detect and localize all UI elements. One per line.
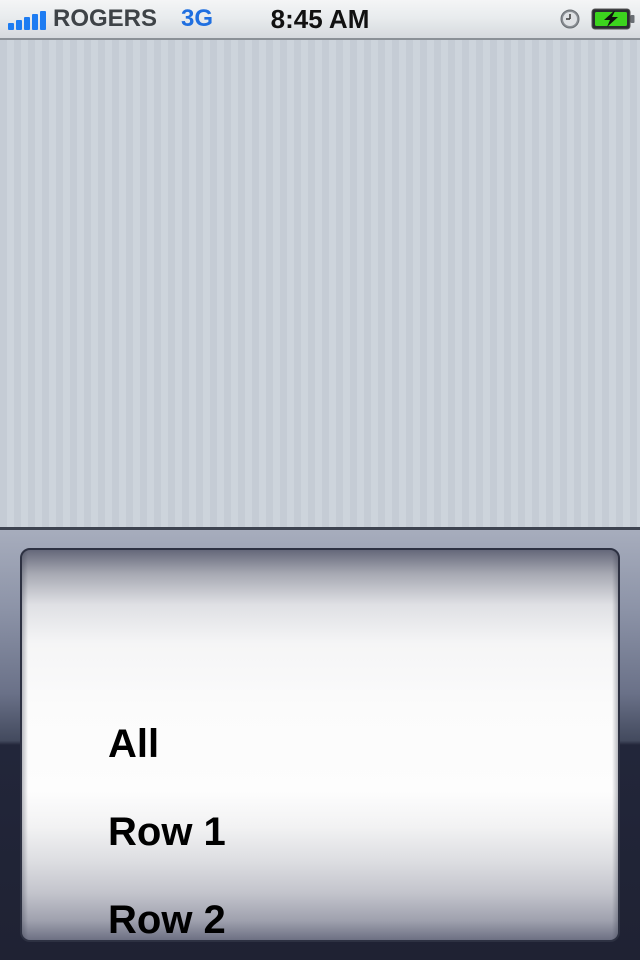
- content-area: [0, 40, 640, 528]
- picker-wheel-edge: [612, 550, 618, 940]
- status-bar: ROGERS 3G 8:45 AM: [0, 0, 640, 40]
- picker-wheel-edge: [22, 550, 28, 940]
- status-time: 8:45 AM: [270, 4, 370, 34]
- alarm-clock-icon: [560, 9, 580, 29]
- battery-charging-icon: [591, 8, 635, 30]
- picker-row-1[interactable]: Row 1: [108, 808, 226, 856]
- picker-row-2[interactable]: Row 2: [108, 896, 226, 940]
- iphone-screen: ROGERS 3G 8:45 AM All Row 1 Row 2: [0, 0, 640, 960]
- picker-wheel[interactable]: All Row 1 Row 2: [20, 548, 620, 942]
- picker-row-all[interactable]: All: [108, 720, 159, 768]
